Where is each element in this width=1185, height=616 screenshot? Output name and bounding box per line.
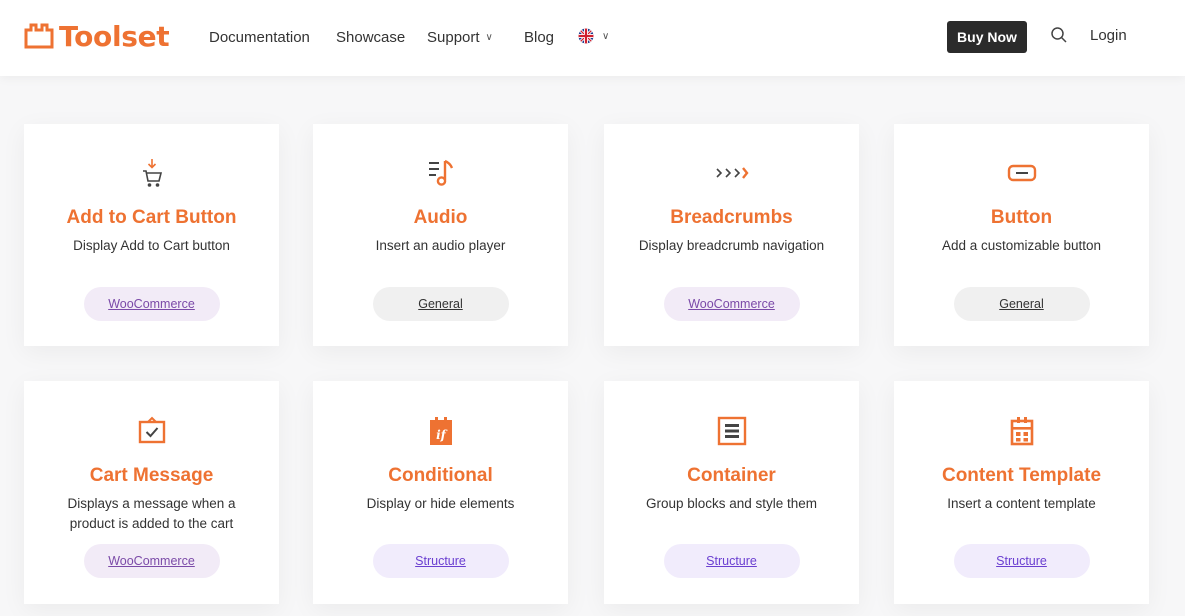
logo-text: Toolset xyxy=(59,19,170,53)
category-tag-woocommerce[interactable]: WooCommerce xyxy=(83,287,220,321)
audio-icon xyxy=(428,159,453,186)
category-tag-woocommerce[interactable]: WooCommerce xyxy=(83,544,220,578)
card-description: Display or hide elements xyxy=(366,496,515,511)
card-description: Display breadcrumb navigation xyxy=(638,238,825,253)
nav-blog[interactable]: Blog xyxy=(524,27,554,47)
chevron-down-icon: ∨ xyxy=(602,30,610,42)
nav-showcase[interactable]: Showcase xyxy=(336,27,405,47)
block-card-button[interactable]: Button Add a customizable button General xyxy=(894,124,1149,346)
category-tag-structure[interactable]: Structure xyxy=(953,544,1090,578)
block-card-cart-message[interactable]: Cart Message Displays a message when a p… xyxy=(24,381,279,604)
card-description: Insert an audio player xyxy=(375,238,506,253)
nav-support-label: Support xyxy=(427,28,480,46)
card-title: Conditional xyxy=(388,465,493,486)
card-title: Cart Message xyxy=(89,465,214,486)
nav-showcase-label: Showcase xyxy=(336,28,406,46)
chevron-down-icon: ∨ xyxy=(485,31,493,43)
breadcrumbs-icon xyxy=(715,167,749,179)
block-card-breadcrumbs[interactable]: Breadcrumbs Display breadcrumb navigatio… xyxy=(604,124,859,346)
category-tag-general[interactable]: General xyxy=(372,287,509,321)
nav-blog-label: Blog xyxy=(524,28,555,46)
block-card-conditional[interactable]: if Conditional Display or hide elements … xyxy=(313,381,568,604)
conditional-icon: if xyxy=(429,417,452,445)
button-icon xyxy=(1007,164,1036,182)
toolset-logo[interactable]: Toolset xyxy=(23,18,170,54)
nav-support[interactable]: Support ∨ xyxy=(427,27,493,47)
language-selector[interactable]: ∨ xyxy=(578,28,609,44)
category-tag-structure[interactable]: Structure xyxy=(663,544,800,578)
card-description: Display Add to Cart button xyxy=(73,238,230,253)
site-header: Toolset Documentation Showcase Support ∨… xyxy=(0,0,1185,76)
card-title: Container xyxy=(687,465,776,486)
card-title: Content Template xyxy=(941,465,1102,486)
category-tag-structure[interactable]: Structure xyxy=(372,544,509,578)
nav-documentation-label: Documentation xyxy=(209,28,310,46)
block-card-add-to-cart[interactable]: Add to Cart Button Display Add to Cart b… xyxy=(24,124,279,346)
buy-now-button[interactable]: Buy Now xyxy=(947,21,1027,53)
card-description: Group blocks and style them xyxy=(645,496,818,511)
card-description: Insert a content template xyxy=(947,496,1096,511)
nav-documentation[interactable]: Documentation xyxy=(209,27,310,47)
card-title: Add to Cart Button xyxy=(66,207,237,228)
toolset-logo-icon xyxy=(24,23,54,49)
login-link[interactable]: Login xyxy=(1090,27,1127,44)
block-card-content-template[interactable]: Content Template Insert a content templa… xyxy=(894,381,1149,604)
block-card-audio[interactable]: Audio Insert an audio player General xyxy=(313,124,568,346)
content-template-icon xyxy=(1010,417,1033,446)
search-icon[interactable] xyxy=(1050,26,1068,49)
card-description: Displays a message when a product is add… xyxy=(67,496,236,531)
cart-message-icon xyxy=(138,416,165,444)
add-to-cart-icon xyxy=(142,159,162,187)
card-title: Audio xyxy=(413,207,468,228)
category-tag-general[interactable]: General xyxy=(953,287,1090,321)
category-tag-woocommerce[interactable]: WooCommerce xyxy=(663,287,800,321)
uk-flag-icon xyxy=(578,28,594,44)
container-icon xyxy=(717,416,746,446)
card-description: Add a customizable button xyxy=(941,238,1102,253)
block-card-container[interactable]: Container Group blocks and style them St… xyxy=(604,381,859,604)
card-title: Button xyxy=(990,207,1053,228)
card-title: Breadcrumbs xyxy=(670,207,793,228)
